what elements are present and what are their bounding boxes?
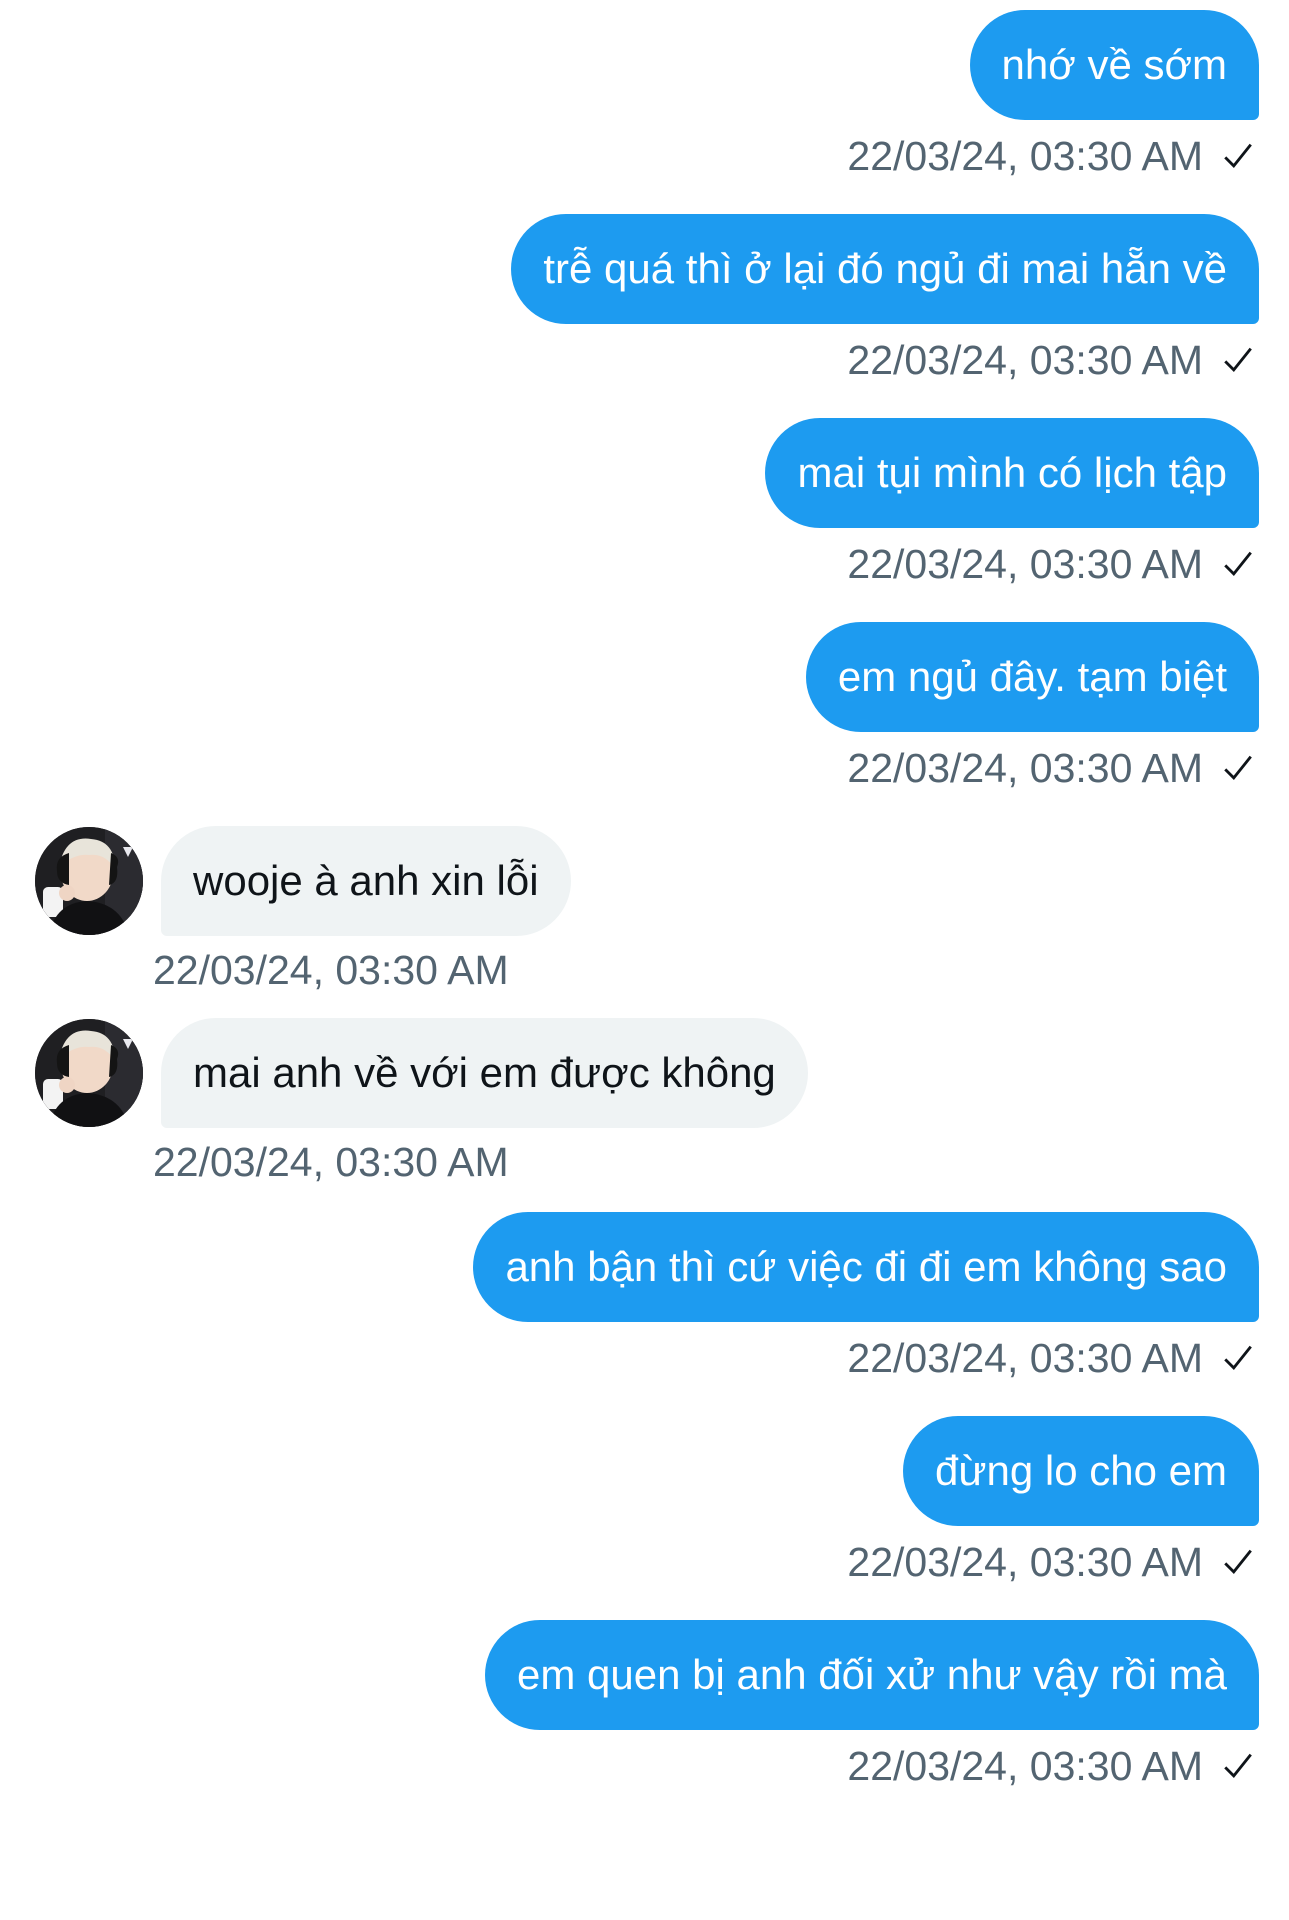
message-meta: 22/03/24, 03:30 AM xyxy=(847,334,1255,386)
message-bubble[interactable]: em quen bị anh đối xử như vậy rồi mà xyxy=(485,1620,1259,1730)
user-avatar[interactable] xyxy=(35,1019,143,1127)
user-avatar[interactable] xyxy=(35,827,143,935)
check-icon xyxy=(1224,1549,1252,1575)
message-bubble[interactable]: đừng lo cho em xyxy=(903,1416,1259,1526)
message-outgoing: đừng lo cho em 22/03/24, 03:30 AM xyxy=(35,1416,1259,1588)
message-incoming: mai anh về với em được không 22/03/24, 0… xyxy=(35,1018,1259,1188)
message-bubble[interactable]: em ngủ đây. tạm biệt xyxy=(805,622,1259,732)
check-icon xyxy=(1224,143,1252,169)
message-timestamp: 22/03/24, 03:30 AM xyxy=(847,133,1203,179)
message-timestamp: 22/03/24, 03:30 AM xyxy=(847,1743,1203,1789)
check-icon xyxy=(1224,347,1252,373)
check-icon xyxy=(1224,1345,1252,1371)
message-bubble[interactable]: trễ quá thì ở lại đó ngủ đi mai hẵn về xyxy=(511,214,1259,324)
message-meta: 22/03/24, 03:30 AM xyxy=(847,1536,1255,1588)
message-meta: 22/03/24, 03:30 AM xyxy=(847,1332,1255,1384)
message-meta: 22/03/24, 03:30 AM xyxy=(847,130,1255,182)
message-meta: 22/03/24, 03:30 AM xyxy=(847,1740,1255,1792)
message-outgoing: trễ quá thì ở lại đó ngủ đi mai hẵn về 2… xyxy=(35,214,1259,386)
message-bubble[interactable]: wooje à anh xin lỗi xyxy=(161,826,571,936)
message-thread: nhớ về sớm 22/03/24, 03:30 AM trễ quá th… xyxy=(0,0,1289,1920)
message-meta: 22/03/24, 03:30 AM xyxy=(153,944,509,996)
message-timestamp: 22/03/24, 03:30 AM xyxy=(847,1335,1203,1381)
message-meta: 22/03/24, 03:30 AM xyxy=(847,742,1255,794)
check-icon xyxy=(1224,551,1252,577)
message-outgoing: anh bận thì cứ việc đi đi em không sao 2… xyxy=(35,1212,1259,1384)
message-bubble[interactable]: mai tụi mình có lịch tập xyxy=(765,418,1259,528)
check-icon xyxy=(1224,755,1252,781)
message-timestamp: 22/03/24, 03:30 AM xyxy=(847,337,1203,383)
message-bubble[interactable]: nhớ về sớm xyxy=(969,10,1259,120)
message-outgoing: nhớ về sớm 22/03/24, 03:30 AM xyxy=(35,10,1259,182)
check-icon xyxy=(1224,1753,1252,1779)
message-meta: 22/03/24, 03:30 AM xyxy=(847,538,1255,590)
message-timestamp: 22/03/24, 03:30 AM xyxy=(847,541,1203,587)
message-incoming: wooje à anh xin lỗi 22/03/24, 03:30 AM xyxy=(35,826,1259,996)
message-timestamp: 22/03/24, 03:30 AM xyxy=(153,947,509,993)
message-timestamp: 22/03/24, 03:30 AM xyxy=(847,745,1203,791)
message-timestamp: 22/03/24, 03:30 AM xyxy=(847,1539,1203,1585)
message-outgoing: mai tụi mình có lịch tập 22/03/24, 03:30… xyxy=(35,418,1259,590)
message-meta: 22/03/24, 03:30 AM xyxy=(153,1136,509,1188)
message-outgoing: em quen bị anh đối xử như vậy rồi mà 22/… xyxy=(35,1620,1259,1792)
message-bubble[interactable]: mai anh về với em được không xyxy=(161,1018,808,1128)
message-outgoing: em ngủ đây. tạm biệt 22/03/24, 03:30 AM xyxy=(35,622,1259,794)
message-timestamp: 22/03/24, 03:30 AM xyxy=(153,1139,509,1185)
message-bubble[interactable]: anh bận thì cứ việc đi đi em không sao xyxy=(473,1212,1259,1322)
